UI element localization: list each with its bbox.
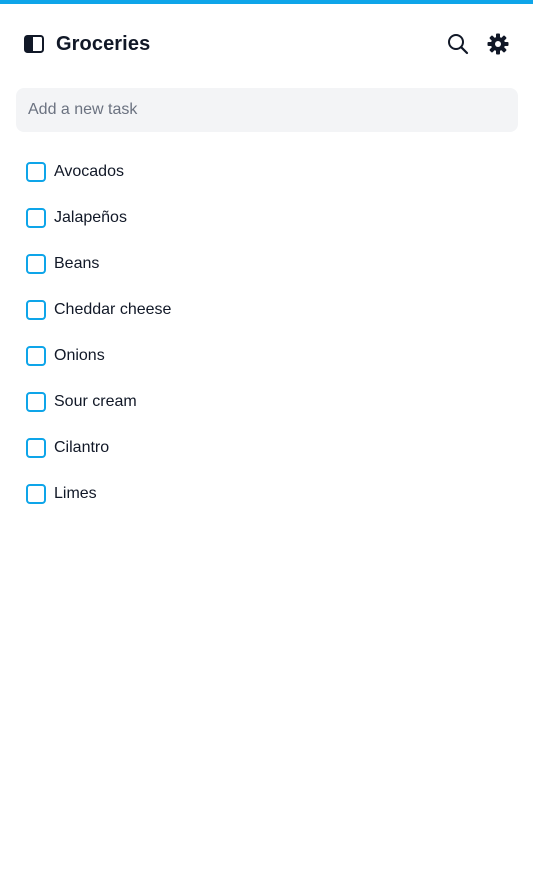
task-checkbox[interactable]: [26, 392, 46, 412]
list-item[interactable]: Cheddar cheese: [0, 287, 533, 333]
sidebar-toggle-icon[interactable]: [24, 35, 44, 53]
task-checkbox[interactable]: [26, 162, 46, 182]
list-item[interactable]: Limes: [0, 471, 533, 517]
app-header: Groceries: [0, 4, 533, 84]
list-item[interactable]: Jalapeños: [0, 195, 533, 241]
task-label: Onions: [54, 347, 105, 364]
task-checkbox[interactable]: [26, 300, 46, 320]
task-checkbox[interactable]: [26, 438, 46, 458]
task-checkbox[interactable]: [26, 254, 46, 274]
task-label: Jalapeños: [54, 209, 127, 226]
new-task-input[interactable]: [16, 88, 518, 132]
list-item[interactable]: Avocados: [0, 149, 533, 195]
task-label: Avocados: [54, 163, 124, 180]
task-label: Limes: [54, 485, 97, 502]
gear-icon[interactable]: [486, 32, 510, 56]
page-title: Groceries: [56, 33, 151, 55]
task-label: Beans: [54, 255, 100, 272]
list-item[interactable]: Onions: [0, 333, 533, 379]
task-checkbox[interactable]: [26, 208, 46, 228]
task-label: Sour cream: [54, 393, 137, 410]
new-task-field: [16, 88, 518, 132]
task-list: Avocados Jalapeños Beans Cheddar cheese Onio…: [0, 149, 533, 517]
task-label: Cheddar cheese: [54, 301, 172, 318]
list-item[interactable]: Sour cream: [0, 379, 533, 425]
task-checkbox[interactable]: [26, 484, 46, 504]
task-label: Cilantro: [54, 439, 110, 456]
search-icon[interactable]: [446, 32, 470, 56]
list-item[interactable]: Beans: [0, 241, 533, 287]
task-checkbox[interactable]: [26, 346, 46, 366]
list-item[interactable]: Cilantro: [0, 425, 533, 471]
